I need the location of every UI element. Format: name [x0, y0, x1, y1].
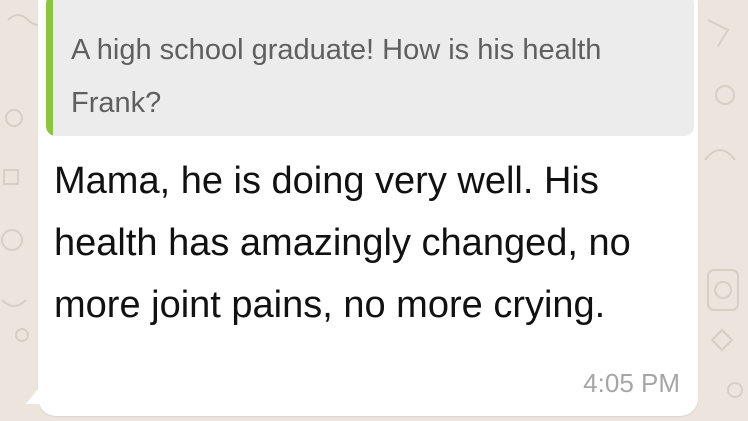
message-timestamp: 4:05 PM [583, 368, 680, 398]
message-text: Mama, he is doing very well. His health … [54, 160, 631, 326]
message-bubble[interactable]: A high school graduate! How is his healt… [38, 0, 698, 416]
quoted-message-text: A high school graduate! How is his healt… [71, 34, 602, 119]
bubble-tail [26, 384, 42, 404]
quote-accent-bar [46, 0, 53, 136]
quoted-reply[interactable]: A high school graduate! How is his healt… [46, 0, 694, 136]
